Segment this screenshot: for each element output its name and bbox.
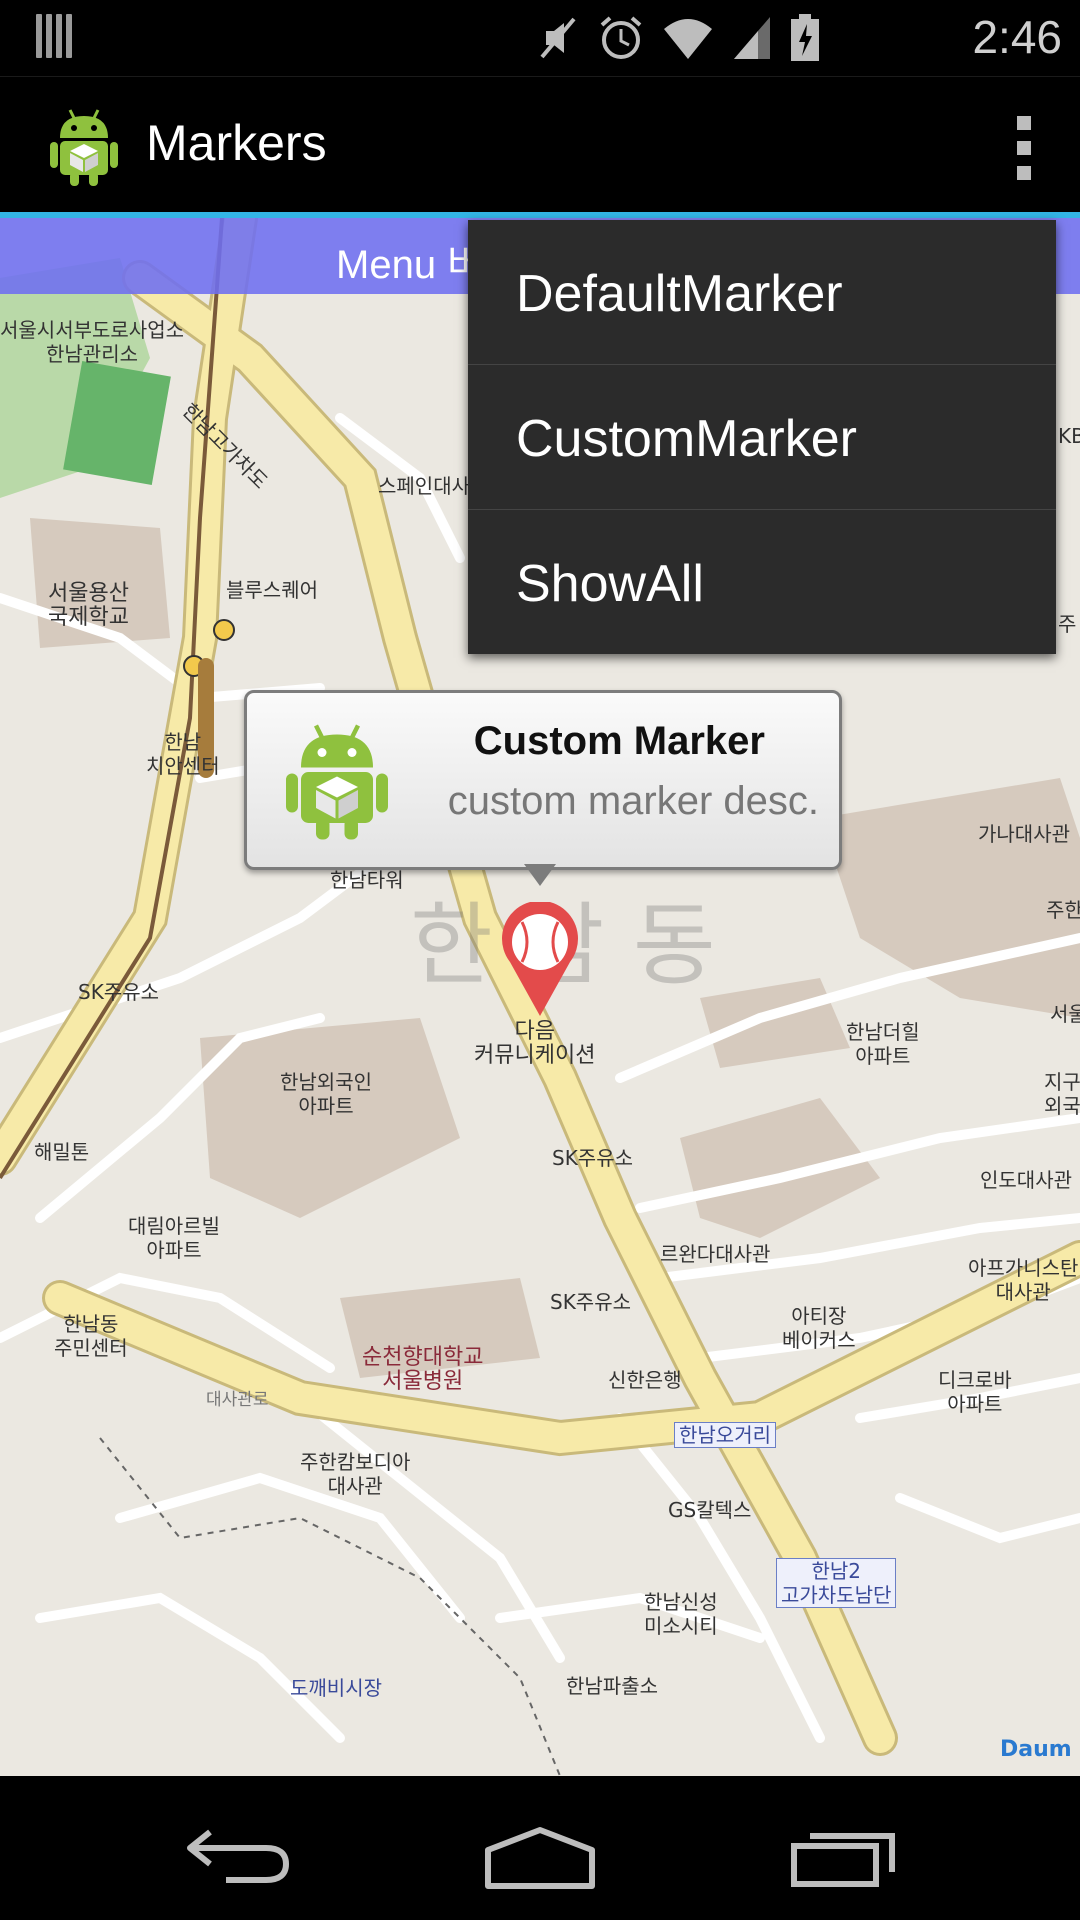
- menu-item-show-all[interactable]: ShowAll: [468, 510, 1056, 654]
- map-label: 서울: [1050, 1002, 1080, 1026]
- map-label: GS칼텍스: [668, 1498, 752, 1522]
- map-label: 디크로바 아파트: [938, 1368, 1012, 1416]
- map-label: SK주유소: [550, 1290, 632, 1314]
- app-android-icon: [50, 109, 118, 186]
- menu-item-default-marker[interactable]: DefaultMarker: [468, 220, 1056, 365]
- map-label: 도깨비시장: [290, 1676, 382, 1700]
- map-label: 가나대사관: [978, 822, 1070, 846]
- map-label: 대림아르빌 아파트: [128, 1214, 220, 1262]
- map-label: 주: [1058, 612, 1077, 636]
- app-title: Markers: [146, 115, 327, 171]
- baseball-marker-icon[interactable]: [496, 902, 584, 1018]
- map-label: 한남신성 미소시티: [644, 1590, 718, 1638]
- map-label: 지구 외국: [1044, 1070, 1080, 1118]
- menu-item-custom-marker[interactable]: CustomMarker: [468, 365, 1056, 510]
- overflow-menu-icon[interactable]: [1012, 116, 1036, 180]
- callout-title: Custom Marker: [473, 719, 765, 763]
- signal-icon: [734, 17, 770, 59]
- status-icons: [536, 14, 820, 62]
- map-label: 대사관로: [206, 1390, 269, 1410]
- android-icon: [286, 724, 388, 840]
- map-label: SK주유소: [78, 980, 160, 1004]
- map-label: 해밀톤: [34, 1140, 90, 1164]
- map-label: 다음 커뮤니케이션: [474, 1019, 596, 1068]
- battery-icon: [791, 14, 819, 61]
- map-label: KB: [1058, 424, 1080, 448]
- menu-item-label: ShowAll: [516, 555, 704, 613]
- mute-icon: [540, 17, 576, 59]
- map-label: 인도대사관: [980, 1168, 1072, 1192]
- map-label: 스페인대사: [378, 474, 470, 498]
- map-label: 주한캄보디아 대사관: [300, 1450, 411, 1498]
- map-label: 한남파출소: [566, 1674, 658, 1698]
- status-bar: 2:46: [0, 0, 1080, 76]
- daum-logo: Daum: [1000, 1737, 1072, 1762]
- map-label: SK주유소: [552, 1146, 634, 1170]
- map-label: 순천향대학교 서울병원: [362, 1345, 484, 1394]
- map-label: 르완다대사관: [660, 1242, 771, 1266]
- map-label: 한남2 고가차도남단: [776, 1558, 897, 1608]
- map-label: 한남더힐 아파트: [846, 1020, 920, 1068]
- map-label: 아프가니스탄 대사관: [968, 1256, 1079, 1304]
- back-icon[interactable]: [186, 1828, 292, 1884]
- map-label: 한남외국인 아파트: [280, 1070, 372, 1118]
- wifi-icon: [664, 19, 712, 59]
- menu-item-label: CustomMarker: [516, 410, 857, 468]
- callout-pointer: [524, 864, 556, 886]
- map-label: 한남 치안센터: [146, 730, 220, 778]
- banner-text: Menu 버: [336, 243, 484, 287]
- map-label: 서울용산 국제학교: [48, 581, 129, 630]
- map-label: 아티장 베이커스: [782, 1304, 856, 1352]
- map-label: 한남타워: [330, 868, 404, 892]
- home-icon[interactable]: [484, 1826, 596, 1890]
- notification-icon: [36, 14, 72, 58]
- callout-description: custom marker desc.: [447, 779, 819, 823]
- overflow-popup-menu: DefaultMarker CustomMarker ShowAll: [468, 220, 1056, 654]
- map-label: 한남오거리: [674, 1422, 776, 1448]
- map-label: 신한은행: [608, 1368, 682, 1392]
- map-label: 서울시서부도로사업소 한남관리소: [0, 318, 184, 366]
- marker-callout[interactable]: Custom Marker custom marker desc.: [244, 690, 842, 870]
- map-label: 주한: [1046, 898, 1080, 922]
- menu-item-label: DefaultMarker: [516, 265, 843, 323]
- recents-icon[interactable]: [790, 1828, 896, 1888]
- alarm-icon: [600, 16, 642, 59]
- clock: 2:46: [972, 11, 1062, 63]
- map-label: 한남동 주민센터: [54, 1312, 128, 1360]
- map-label: 블루스퀘어: [226, 578, 318, 602]
- navigation-bar: [0, 1776, 1080, 1920]
